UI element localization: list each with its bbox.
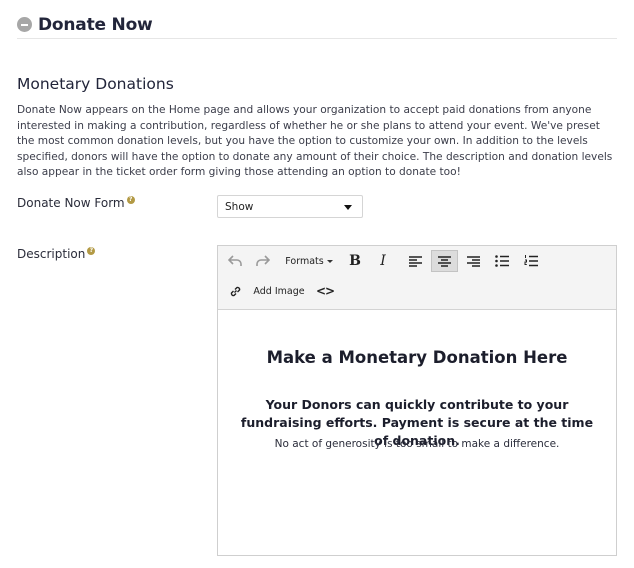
- description-label: Description?: [17, 247, 96, 261]
- chevron-down-icon: [344, 205, 352, 210]
- add-image-button[interactable]: Add Image: [251, 280, 307, 302]
- link-button[interactable]: [224, 280, 246, 302]
- help-icon[interactable]: ?: [87, 247, 96, 255]
- editor-content[interactable]: Make a Monetary Donation Here Your Donor…: [218, 310, 616, 555]
- numbered-list-icon: [524, 255, 538, 267]
- donate-now-form-select[interactable]: Show: [217, 195, 363, 218]
- rich-text-editor[interactable]: Formats B I Add Image <> Make a Monetary…: [217, 245, 617, 556]
- code-icon: <>: [315, 284, 335, 298]
- description-label-text: Description: [17, 247, 86, 261]
- donate-now-form-label: Donate Now Form?: [17, 196, 135, 210]
- donate-now-form-value: Show: [225, 201, 254, 213]
- align-left-icon: [408, 255, 422, 267]
- bullet-list-button[interactable]: [490, 250, 514, 272]
- add-image-label: Add Image: [253, 285, 305, 297]
- italic-icon: I: [380, 253, 386, 269]
- panel-title: Donate Now: [38, 15, 153, 35]
- undo-icon: [228, 255, 242, 266]
- redo-icon: [256, 255, 270, 266]
- redo-button[interactable]: [252, 250, 274, 272]
- help-icon[interactable]: ?: [126, 196, 135, 204]
- editor-toolbar: Formats B I Add Image <>: [218, 246, 616, 310]
- donate-now-form-label-text: Donate Now Form: [17, 196, 125, 210]
- source-code-button[interactable]: <>: [314, 280, 336, 302]
- section-title: Monetary Donations: [17, 75, 174, 93]
- align-right-button[interactable]: [461, 250, 485, 272]
- caret-down-icon: [326, 259, 333, 263]
- panel-header: Donate Now: [17, 14, 617, 39]
- align-center-button[interactable]: [431, 250, 458, 272]
- bullet-list-icon: [495, 255, 509, 267]
- formats-dropdown[interactable]: Formats: [282, 250, 336, 272]
- formats-label: Formats: [285, 255, 324, 267]
- align-center-icon: [438, 255, 451, 267]
- numbered-list-button[interactable]: [519, 250, 543, 272]
- align-left-button[interactable]: [403, 250, 427, 272]
- italic-button[interactable]: I: [372, 250, 394, 272]
- link-icon: [230, 286, 240, 296]
- section-description: Donate Now appears on the Home page and …: [17, 104, 613, 178]
- bold-icon: B: [349, 253, 361, 269]
- content-heading: Make a Monetary Donation Here: [266, 348, 568, 367]
- collapse-icon[interactable]: [17, 17, 32, 32]
- bold-button[interactable]: B: [344, 250, 366, 272]
- align-right-icon: [466, 255, 480, 267]
- undo-button[interactable]: [224, 250, 246, 272]
- content-note: No act of generosity is too small to mak…: [274, 438, 560, 450]
